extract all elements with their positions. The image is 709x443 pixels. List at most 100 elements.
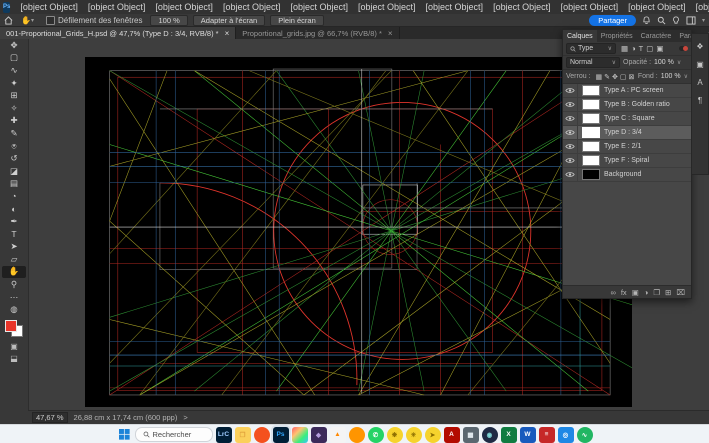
tool-button[interactable]: ✥: [2, 39, 26, 52]
close-tab-icon[interactable]: ×: [225, 29, 230, 38]
dock-panel-icon[interactable]: A: [697, 78, 702, 87]
workspace-switcher-icon[interactable]: [686, 16, 696, 25]
layer-visibility-eye-icon[interactable]: [563, 98, 578, 111]
color-swatches[interactable]: [5, 320, 23, 337]
taskbar-app-icon[interactable]: [254, 427, 270, 443]
tool-button[interactable]: ◪: [2, 165, 26, 178]
tool-button[interactable]: ▢: [2, 52, 26, 65]
menu-item[interactable]: [object Object]: [623, 2, 691, 12]
taskbar-app-icon[interactable]: ❋: [387, 427, 403, 443]
tool-button[interactable]: ⋯: [2, 291, 26, 304]
tool-button[interactable]: ▱: [2, 253, 26, 266]
layer-filter-select[interactable]: Type ∨: [566, 43, 616, 54]
tool-button[interactable]: ⍟: [2, 140, 26, 153]
layers-footer-icon[interactable]: ◑: [644, 288, 649, 297]
menu-item[interactable]: [object Object]: [15, 2, 83, 12]
tool-button[interactable]: ✋: [2, 266, 26, 279]
layer-name[interactable]: Type C : Square: [604, 115, 655, 122]
layer-visibility-eye-icon[interactable]: [563, 126, 578, 139]
menu-item[interactable]: [object Object]: [150, 2, 218, 12]
scroll-all-windows-checkbox[interactable]: [46, 16, 55, 25]
taskbar-app-icon[interactable]: ◆: [311, 427, 327, 443]
document-canvas[interactable]: [85, 57, 632, 407]
layer-row[interactable]: Type E : 2/1: [563, 140, 691, 154]
fit-screen-button[interactable]: Adapter à l'écran: [193, 15, 265, 26]
layer-filter-kind-icon[interactable]: ▦: [621, 44, 628, 53]
tool-button[interactable]: ▤: [2, 178, 26, 191]
dock-panel-icon[interactable]: ▣: [696, 60, 704, 69]
taskbar-app-icon[interactable]: ▲: [330, 427, 346, 443]
layer-name[interactable]: Type F : Spiral: [604, 157, 649, 164]
menu-item[interactable]: [object Object]: [488, 2, 556, 12]
panel-tab[interactable]: Caractère: [637, 30, 676, 42]
menu-item[interactable]: [object Object]: [285, 2, 353, 12]
zoom-100-button[interactable]: 100 %: [150, 15, 187, 26]
tool-button[interactable]: ✧: [2, 102, 26, 115]
layer-thumbnail[interactable]: [582, 141, 600, 152]
layers-footer-icon[interactable]: fx: [621, 288, 627, 297]
taskbar-app-icon[interactable]: A: [444, 427, 460, 443]
taskbar-app-icon[interactable]: ◉: [482, 427, 498, 443]
tool-button[interactable]: ◔: [2, 190, 26, 203]
share-button[interactable]: Partager: [589, 15, 636, 26]
layer-thumbnail[interactable]: [582, 127, 600, 138]
layer-visibility-eye-icon[interactable]: [563, 112, 578, 125]
layer-row[interactable]: Type C : Square: [563, 112, 691, 126]
blend-mode-select[interactable]: Normal ∨: [566, 57, 620, 68]
layer-row[interactable]: Background: [563, 168, 691, 182]
workspace-chevron-icon[interactable]: ▾: [702, 17, 705, 24]
layer-filter-kind-icon[interactable]: ▢: [646, 44, 653, 53]
taskbar-app-icon[interactable]: ◎: [558, 427, 574, 443]
taskbar-app-icon[interactable]: ≡: [539, 427, 555, 443]
document-tab[interactable]: 001-Proportional_Grids_H.psd @ 47,7% (Ty…: [0, 27, 236, 39]
taskbar-app-icon[interactable]: ➤: [425, 427, 441, 443]
foreground-color-swatch[interactable]: [5, 320, 17, 332]
panel-tab[interactable]: Calques: [563, 30, 597, 42]
tool-button[interactable]: ⚲: [2, 278, 26, 291]
layers-footer-icon[interactable]: ⌧: [676, 288, 685, 297]
layer-visibility-eye-icon[interactable]: [563, 140, 578, 153]
notifications-bell-icon[interactable]: [642, 16, 651, 25]
layer-thumbnail[interactable]: [582, 155, 600, 166]
lock-icon[interactable]: ✥: [612, 73, 618, 81]
screen-mode-icon[interactable]: ▣: [2, 340, 26, 352]
status-chevron-icon[interactable]: >: [183, 413, 187, 422]
lock-icon[interactable]: ▢: [620, 73, 627, 81]
layers-footer-icon[interactable]: ▣: [632, 288, 639, 297]
taskbar-app-icon[interactable]: LrC: [216, 427, 232, 443]
tool-button[interactable]: ◍: [2, 303, 26, 316]
layer-visibility-eye-icon[interactable]: [563, 168, 578, 181]
layer-thumbnail[interactable]: [582, 99, 600, 110]
panel-tab[interactable]: Propriétés: [597, 30, 637, 42]
layer-filter-kind-icon[interactable]: ◑: [631, 44, 636, 53]
search-icon[interactable]: [657, 16, 666, 25]
tool-button[interactable]: ✚: [2, 115, 26, 128]
start-button[interactable]: [117, 427, 132, 442]
layer-name[interactable]: Type B : Golden ratio: [604, 101, 670, 108]
layer-row[interactable]: Type B : Golden ratio: [563, 98, 691, 112]
layers-footer-icon[interactable]: ⊞: [665, 288, 671, 297]
tool-button[interactable]: ✒: [2, 215, 26, 228]
taskbar-app-icon[interactable]: [292, 427, 308, 443]
dock-panel-icon[interactable]: ¶: [698, 96, 702, 105]
tool-button[interactable]: ∿: [2, 64, 26, 77]
opacity-value[interactable]: 100 %: [654, 59, 674, 66]
layer-name[interactable]: Type D : 3/4: [604, 129, 642, 136]
taskbar-app-icon[interactable]: W: [520, 427, 536, 443]
layers-footer-icon[interactable]: ∞: [610, 288, 615, 297]
layer-row[interactable]: Type D : 3/4: [563, 126, 691, 140]
lock-icon[interactable]: ✎: [604, 73, 610, 81]
layers-footer-icon[interactable]: ❐: [653, 288, 660, 297]
layer-visibility-eye-icon[interactable]: [563, 84, 578, 97]
fill-value[interactable]: 100 %: [661, 73, 681, 80]
close-tab-icon[interactable]: ×: [388, 29, 393, 38]
lock-icon[interactable]: ⊠: [629, 73, 635, 81]
tool-button[interactable]: ➤: [2, 241, 26, 254]
taskbar-app-icon[interactable]: Ps: [273, 427, 289, 443]
layer-filter-kind-icon[interactable]: T: [639, 44, 644, 53]
tool-button[interactable]: ⊞: [2, 89, 26, 102]
layer-thumbnail[interactable]: [582, 169, 600, 180]
taskbar-app-icon[interactable]: ✆: [368, 427, 384, 443]
layer-name[interactable]: Type E : 2/1: [604, 143, 641, 150]
menu-item[interactable]: [object Object]: [421, 2, 489, 12]
